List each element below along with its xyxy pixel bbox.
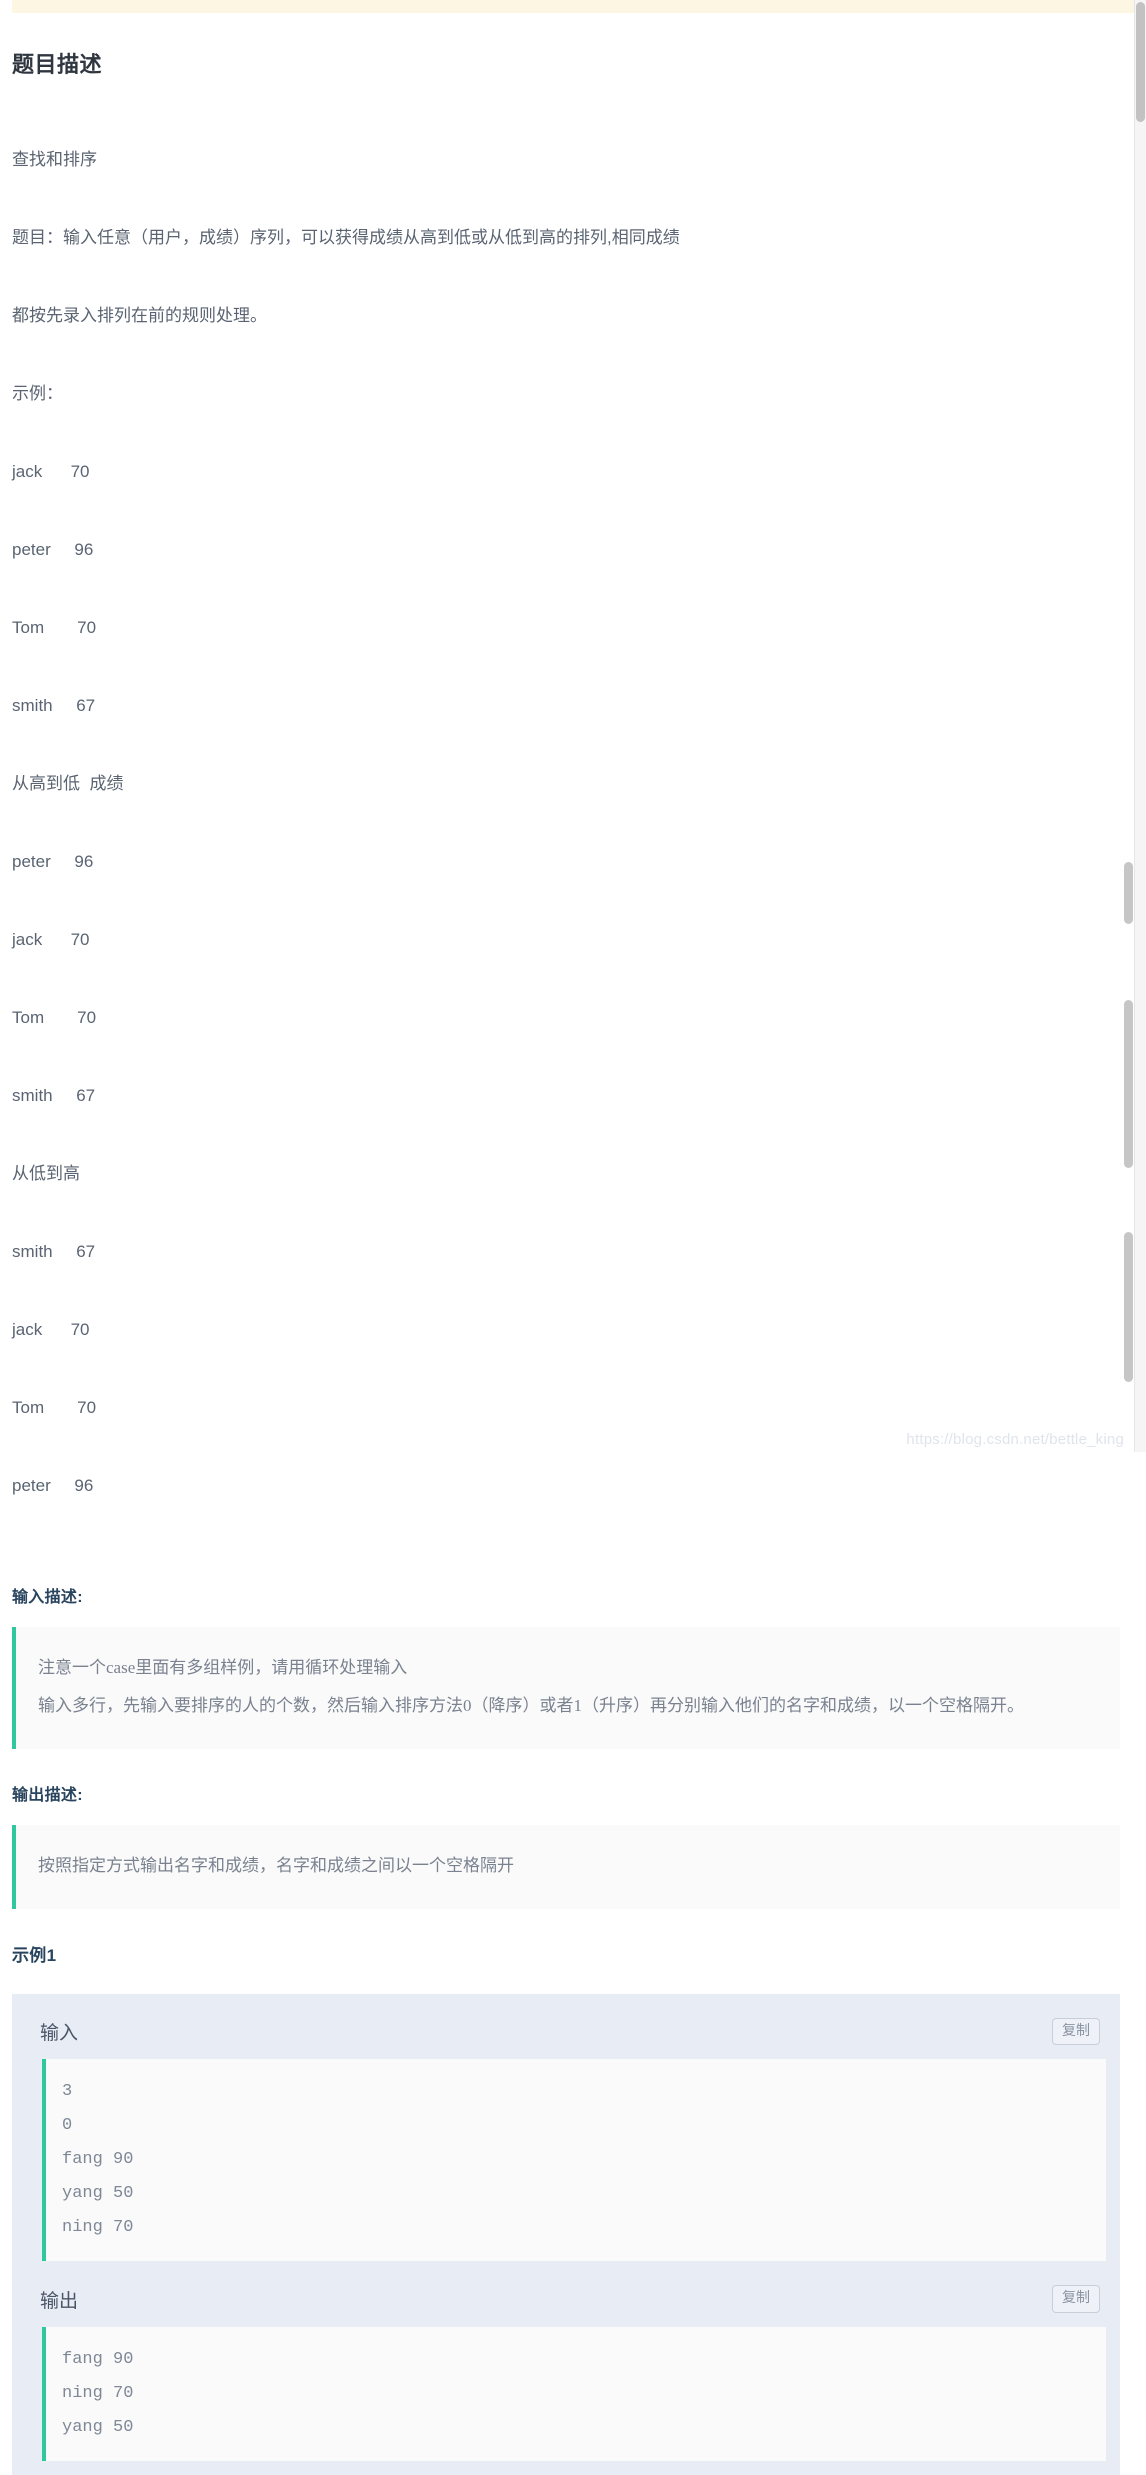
description-line: jack 70 [12,462,90,481]
code-line: yang 50 [62,2184,134,2204]
output-description-heading: 输出描述: [12,1787,83,1804]
description-line: Tom 70 [12,1008,97,1027]
example-output-header: 输出 复制 [26,2275,1106,2326]
description-line: 示例： [12,384,63,403]
code-line: ning 70 [62,2218,134,2238]
code-line: 0 [62,2116,73,2136]
output-description-box: 按照指定方式输出名字和成绩，名字和成绩之间以一个空格隔开 [12,1825,1120,1909]
description-line: jack 70 [12,1320,90,1339]
code-line: fang 90 [62,2349,134,2369]
inner-scrollbar-thumb[interactable] [1124,1232,1133,1382]
example-separator [26,2261,1106,2275]
description-line: 从低到高 [12,1164,80,1183]
description-line: smith 67 [12,696,96,715]
description-line: 从高到低 成绩 [12,774,124,793]
problem-description: 查找和排序 题目：输入任意（用户，成绩）序列，可以获得成绩从高到低或从低到高的排… [12,79,1120,1551]
example-output-code: fang 90 ning 70 yang 50 [42,2326,1106,2461]
code-line: 3 [62,2082,73,2102]
description-line: 查找和排序 [12,150,97,169]
inner-scrollbar-thumb[interactable] [1124,862,1133,924]
page-scrollbar-track[interactable] [1134,0,1146,1452]
example-card: 输入 复制 3 0 fang 90 yang 50 ning 70 输出 复制 … [12,1994,1120,2475]
code-line: fang 90 [62,2150,134,2170]
description-line: Tom 70 [12,1398,97,1417]
copy-input-button[interactable]: 复制 [1052,2018,1100,2046]
description-line: Tom 70 [12,618,97,637]
output-description-paragraph: 按照指定方式输出名字和成绩，名字和成绩之间以一个空格隔开 [38,1856,514,1875]
code-line: yang 50 [62,2417,134,2437]
input-description-box: 注意一个case里面有多组样例，请用循环处理输入 输入多行，先输入要排序的人的个… [12,1627,1120,1749]
page-title: 题目描述 [12,52,103,77]
problem-content: 题目描述 查找和排序 题目：输入任意（用户，成绩）序列，可以获得成绩从高到低或从… [0,13,1134,2475]
description-line: smith 67 [12,1086,96,1105]
top-accent-bar [12,0,1134,13]
description-line: smith 67 [12,1242,96,1261]
input-description-heading: 输入描述: [12,1589,83,1606]
copy-output-button[interactable]: 复制 [1052,2285,1100,2313]
page-scrollbar-thumb[interactable] [1136,2,1145,122]
description-line: 题目：输入任意（用户，成绩）序列，可以获得成绩从高到低或从低到高的排列,相同成绩 [12,228,680,247]
description-line: peter 96 [12,1476,94,1495]
input-description-paragraph: 输入多行，先输入要排序的人的个数，然后输入排序方法0（降序）或者1（升序）再分别… [38,1696,1024,1715]
input-description-paragraph: 注意一个case里面有多组样例，请用循环处理输入 [38,1658,408,1677]
example-input-label: 输入 [40,2023,79,2045]
example-heading: 示例1 [12,1946,57,1965]
description-line: peter 96 [12,852,94,871]
code-line: ning 70 [62,2383,134,2403]
example-input-code: 3 0 fang 90 yang 50 ning 70 [42,2059,1106,2262]
example-output-label: 输出 [40,2290,79,2312]
example-input-header: 输入 复制 [26,2008,1106,2059]
description-line: jack 70 [12,930,90,949]
problem-scroll-pane[interactable]: 题目描述 查找和排序 题目：输入任意（用户，成绩）序列，可以获得成绩从高到低或从… [0,13,1134,2475]
description-line: peter 96 [12,540,94,559]
description-line: 都按先录入排列在前的规则处理。 [12,306,267,325]
inner-scrollbar-thumb[interactable] [1124,1000,1133,1168]
